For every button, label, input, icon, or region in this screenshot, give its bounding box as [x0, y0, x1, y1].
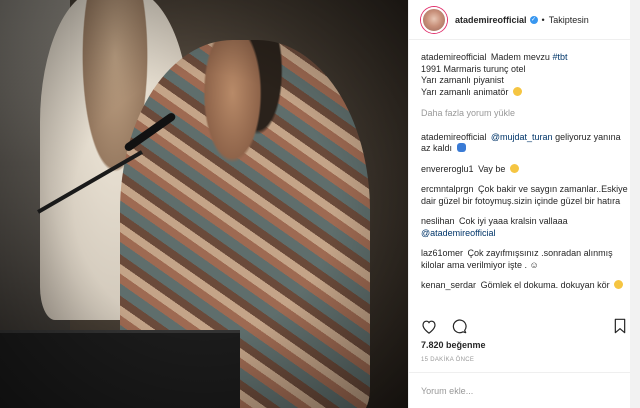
heart-icon[interactable] [421, 318, 437, 334]
comment-item: neslihan Cok iyi yaaa kralsin vallaaa @a… [421, 216, 628, 239]
comment-item: ercmntalprgn Çok bakir ve saygın zamanla… [421, 184, 628, 207]
comment-item: atademireofficial @mujdat_turan geliyoru… [421, 132, 628, 155]
comment-item: kenan_serdar Gömlek el dokuma. dokuyan k… [421, 280, 628, 292]
post-photo[interactable] [0, 0, 408, 408]
post-actions [421, 316, 628, 336]
photo-vignette [0, 0, 408, 408]
comment-username[interactable]: laz61omer [421, 248, 463, 258]
comment-item: laz61omer Çok zayıfmışsınız .sonradan al… [421, 248, 628, 271]
dot-separator: • [541, 14, 545, 25]
comment-item: envereroglu1 Vay be [421, 163, 628, 176]
comment-mention[interactable]: @mujdat_turan [491, 132, 553, 142]
comment-text: Cok iyi yaaa kralsin vallaaa [459, 216, 568, 226]
caption-hashtag[interactable]: #tbt [552, 52, 567, 62]
fish-emoji-icon [456, 143, 466, 152]
post-header: atademireofficial ✓ • Takiptesin [409, 0, 640, 40]
caption: atademireofficial Madem mevzu #tbt 1991 … [421, 52, 628, 98]
laughing-emoji-icon [512, 86, 522, 96]
comments-list[interactable]: atademireofficial Madem mevzu #tbt 1991 … [409, 40, 640, 306]
comment-text: Vay be [478, 163, 506, 174]
comment-username[interactable]: neslihan [421, 216, 455, 226]
comment-username[interactable]: ercmntalprgn [421, 184, 474, 194]
comment-icon[interactable] [451, 318, 467, 334]
comment-mention[interactable]: @atademireofficial [421, 228, 496, 238]
caption-text: Madem mevzu [490, 52, 550, 62]
header-username[interactable]: atademireofficial [455, 15, 527, 25]
laughing-emoji-icon [614, 280, 624, 289]
caption-line: Yarı zamanlı piyanist [421, 75, 504, 85]
post-side-panel: atademireofficial ✓ • Takiptesin atademi… [408, 0, 640, 408]
avatar[interactable] [421, 6, 447, 33]
bookmark-icon[interactable] [612, 318, 628, 334]
post-timestamp: 15 DAKİKA ÖNCE [421, 357, 475, 363]
caption-username[interactable]: atademireofficial [421, 52, 486, 62]
likes-count[interactable]: 7.820 beğenme [421, 340, 486, 350]
comment-username[interactable]: atademireofficial [421, 132, 486, 142]
verified-icon: ✓ [529, 15, 538, 24]
caption-line: Yarı zamanlı animatör [421, 86, 509, 97]
smile-emoji-icon [509, 163, 519, 173]
add-comment-input[interactable] [421, 385, 628, 396]
caption-line: 1991 Marmaris turunç otel [421, 63, 526, 74]
comment-username[interactable]: kenan_serdar [421, 280, 476, 290]
follow-status[interactable]: Takiptesin [549, 15, 589, 25]
comment-username[interactable]: envereroglu1 [421, 164, 474, 174]
load-more-comments-link[interactable]: Daha fazla yorum yükle [421, 108, 628, 120]
add-comment-bar [409, 372, 640, 408]
comment-text: Gömlek el dokuma. dokuyan kör [480, 280, 610, 290]
page-edge [630, 0, 640, 408]
